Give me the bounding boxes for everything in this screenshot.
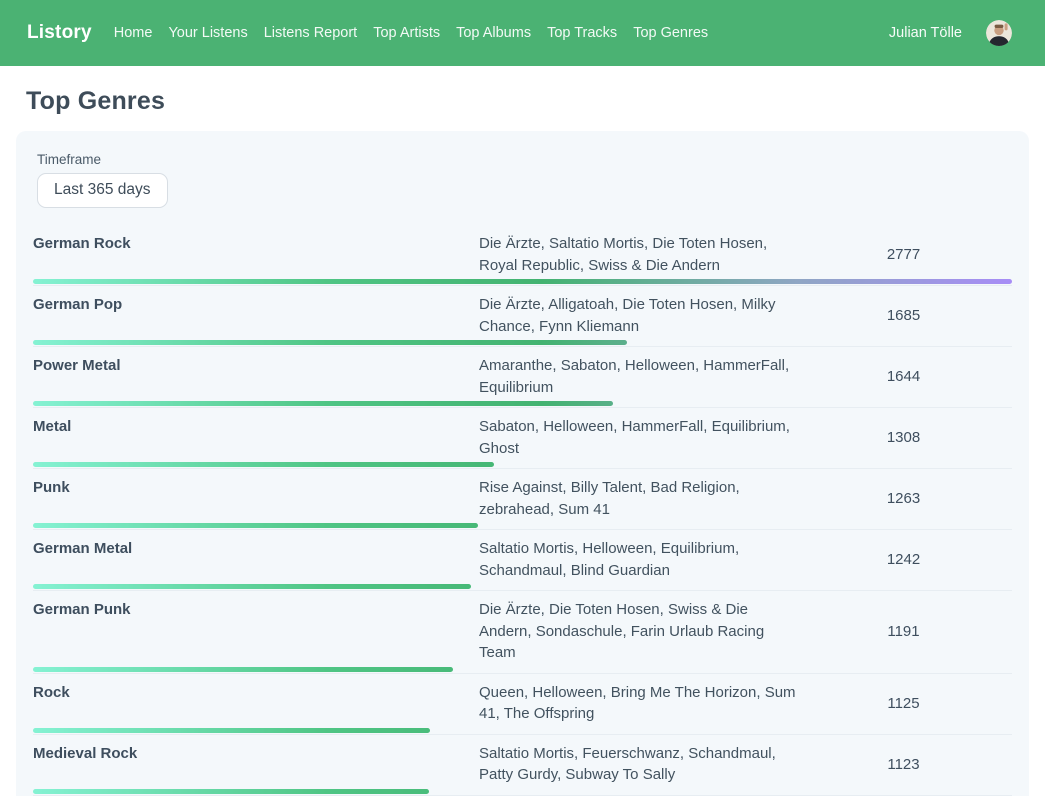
genre-name: German Pop xyxy=(33,294,479,337)
genre-name: Rock xyxy=(33,682,479,725)
user-avatar[interactable] xyxy=(986,20,1012,46)
genre-row[interactable]: German Metal Saltatio Mortis, Helloween,… xyxy=(33,530,1012,591)
genre-count: 2777 xyxy=(835,246,1012,263)
nav-item-top-artists[interactable]: Top Artists xyxy=(373,25,440,41)
genre-name: Medieval Rock xyxy=(33,743,479,786)
genre-row[interactable]: German Rock Die Ärzte, Saltatio Mortis, … xyxy=(33,225,1012,286)
nav-item-top-albums[interactable]: Top Albums xyxy=(456,25,531,41)
genre-name: German Metal xyxy=(33,538,479,581)
genre-name: German Punk xyxy=(33,599,479,664)
page-title: Top Genres xyxy=(26,87,1029,116)
user-name[interactable]: Julian Tölle xyxy=(889,25,962,41)
genre-count: 1125 xyxy=(835,695,1012,712)
genre-count: 1308 xyxy=(835,429,1012,446)
genre-bar xyxy=(33,279,1012,284)
genre-bar xyxy=(33,667,453,672)
genre-artists: Amaranthe, Sabaton, Helloween, HammerFal… xyxy=(479,355,835,398)
genre-row[interactable]: Punk Rise Against, Billy Talent, Bad Rel… xyxy=(33,469,1012,530)
nav-links: Home Your Listens Listens Report Top Artist… xyxy=(114,25,724,41)
genre-count: 1242 xyxy=(835,551,1012,568)
genre-artists: Die Ärzte, Die Toten Hosen, Swiss & Die … xyxy=(479,599,835,664)
avatar-photo xyxy=(986,20,1012,46)
genre-bar xyxy=(33,462,494,467)
nav-item-your-listens[interactable]: Your Listens xyxy=(168,25,247,41)
main-content: Top Genres Timeframe Last 365 days Germa… xyxy=(0,87,1045,796)
genre-artists: Rise Against, Billy Talent, Bad Religion… xyxy=(479,477,835,520)
nav-item-home[interactable]: Home xyxy=(114,25,153,41)
genre-count: 1263 xyxy=(835,490,1012,507)
genre-artists: Saltatio Mortis, Helloween, Equilibrium,… xyxy=(479,538,835,581)
genre-bar xyxy=(33,728,430,733)
genre-row[interactable]: German Pop Die Ärzte, Alligatoah, Die To… xyxy=(33,286,1012,347)
genre-name: Punk xyxy=(33,477,479,520)
timeframe-select[interactable]: Last 365 days xyxy=(37,173,168,208)
genre-count: 1191 xyxy=(835,623,1012,640)
genre-bar xyxy=(33,789,429,794)
genre-name: Power Metal xyxy=(33,355,479,398)
nav-item-top-tracks[interactable]: Top Tracks xyxy=(547,25,617,41)
genre-row[interactable]: Power Metal Amaranthe, Sabaton, Hellowee… xyxy=(33,347,1012,408)
genre-name: Metal xyxy=(33,416,479,459)
genre-artists: Die Ärzte, Alligatoah, Die Toten Hosen, … xyxy=(479,294,835,337)
timeframe-label: Timeframe xyxy=(37,152,1012,167)
genre-bar xyxy=(33,401,613,406)
genre-name: German Rock xyxy=(33,233,479,276)
genre-row[interactable]: German Punk Die Ärzte, Die Toten Hosen, … xyxy=(33,591,1012,674)
genre-row[interactable]: Medieval Rock Saltatio Mortis, Feuerschw… xyxy=(33,735,1012,796)
genre-count: 1644 xyxy=(835,368,1012,385)
genre-bar xyxy=(33,340,627,345)
genre-artists: Die Ärzte, Saltatio Mortis, Die Toten Ho… xyxy=(479,233,835,276)
genre-row[interactable]: Rock Queen, Helloween, Bring Me The Hori… xyxy=(33,674,1012,735)
genre-artists: Queen, Helloween, Bring Me The Horizon, … xyxy=(479,682,835,725)
genre-row[interactable]: Metal Sabaton, Helloween, HammerFall, Eq… xyxy=(33,408,1012,469)
genre-artists: Sabaton, Helloween, HammerFall, Equilibr… xyxy=(479,416,835,459)
genre-bar xyxy=(33,523,478,528)
top-genres-card: Timeframe Last 365 days German Rock Die … xyxy=(16,131,1029,796)
brand-logo[interactable]: Listory xyxy=(27,22,92,44)
genre-artists: Saltatio Mortis, Feuerschwanz, Schandmau… xyxy=(479,743,835,786)
genres-table: German Rock Die Ärzte, Saltatio Mortis, … xyxy=(33,225,1012,796)
nav-item-top-genres[interactable]: Top Genres xyxy=(633,25,708,41)
genre-count: 1685 xyxy=(835,307,1012,324)
navbar: Listory Home Your Listens Listens Report To… xyxy=(0,0,1045,66)
genre-bar xyxy=(33,584,471,589)
genre-count: 1123 xyxy=(835,756,1012,773)
nav-item-listens-report[interactable]: Listens Report xyxy=(264,25,358,41)
